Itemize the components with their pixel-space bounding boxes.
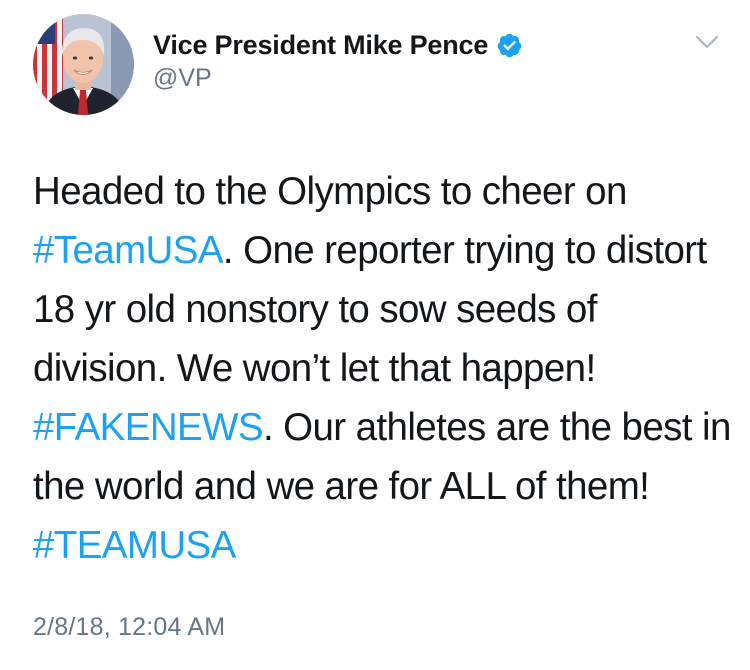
hashtag-link[interactable]: #TEAMUSA [33,524,236,567]
name-row: Vice President Mike Pence [153,28,653,62]
tweet-text: Headed to the Olympics to cheer on #Team… [33,162,733,575]
author-block: Vice President Mike Pence @VP [153,28,653,93]
handle[interactable]: @VP [153,64,653,93]
timestamp[interactable]: 2/8/18, 12:04 AM [33,613,225,642]
verified-badge-icon [496,32,523,59]
hashtag-link[interactable]: #FAKENEWS [33,406,264,449]
avatar[interactable] [33,14,134,115]
tweet: Vice President Mike Pence @VP Headed to … [0,0,750,670]
display-name[interactable]: Vice President Mike Pence [153,30,488,61]
chevron-down-icon[interactable] [692,30,722,54]
avatar-image [33,14,134,115]
hashtag-link[interactable]: #TeamUSA [33,229,224,272]
tweet-text-segment: Headed to the Olympics to cheer on [33,170,627,213]
